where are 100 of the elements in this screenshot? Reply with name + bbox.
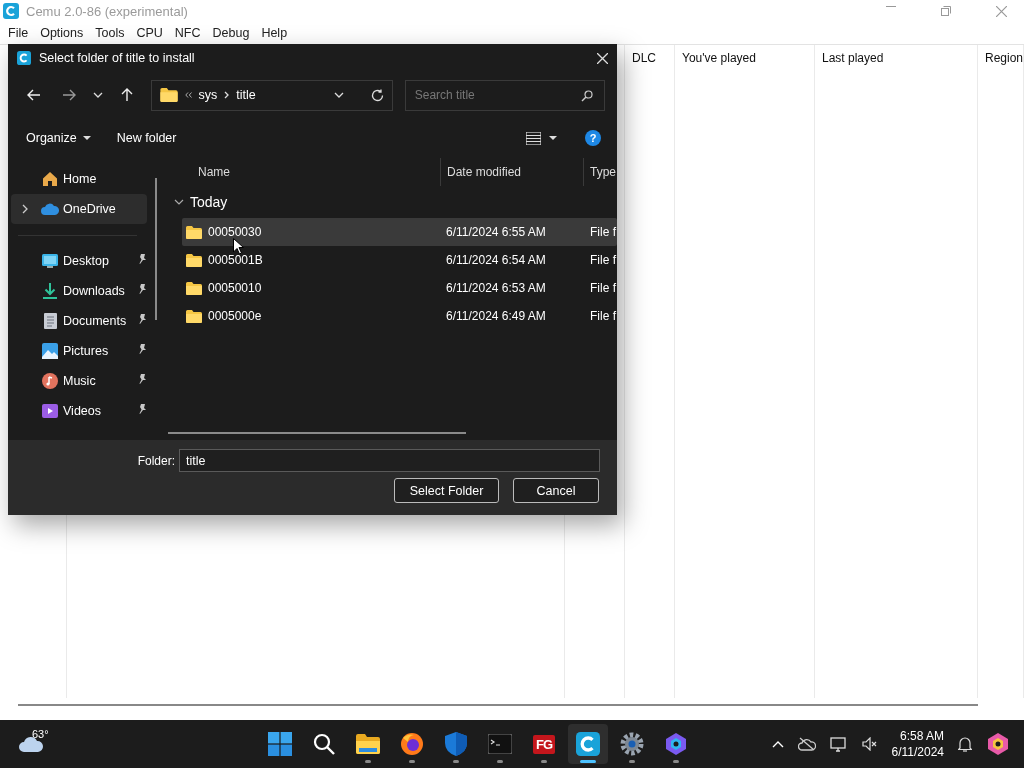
file-row[interactable]: 00050030 6/11/2024 6:55 AM File f <box>182 218 617 246</box>
clock-date[interactable]: 6/11/2024 <box>891 744 944 760</box>
file-type: File f <box>590 225 617 239</box>
taskbar-app[interactable]: FG <box>524 724 564 764</box>
file-row[interactable]: 0005000e 6/11/2024 6:49 AM File f <box>182 302 617 330</box>
caret-icon <box>549 136 557 140</box>
menu-item[interactable]: Tools <box>89 26 131 40</box>
menu-item[interactable]: Help <box>255 26 294 40</box>
volume-muted-icon <box>861 737 878 751</box>
column-header[interactable]: You've played <box>682 51 756 65</box>
sidebar-item[interactable]: Downloads <box>11 276 147 306</box>
cursor-icon <box>233 238 244 255</box>
chevron-down-icon <box>93 92 104 98</box>
menu-item[interactable]: CPU <box>130 26 169 40</box>
sidebar-item[interactable]: Home <box>11 164 147 194</box>
file-name: 00050030 <box>208 225 262 239</box>
sidebar-item[interactable]: Videos <box>11 396 147 426</box>
app-logo: FG <box>532 734 556 754</box>
cloud-off-icon <box>797 737 816 751</box>
folder-field[interactable]: title <box>179 449 600 472</box>
folder-icon <box>186 281 202 295</box>
swirl-logo-icon <box>664 732 688 756</box>
app-logo <box>3 3 19 19</box>
breadcrumb-item[interactable]: sys <box>198 88 218 102</box>
file-row[interactable]: 00050010 6/11/2024 6:53 AM File f <box>182 274 617 302</box>
date-modified: 6/11/2024 6:54 AM <box>446 253 547 267</box>
forward-arrow-icon <box>62 89 77 101</box>
desktop-icon <box>42 254 58 268</box>
column-header[interactable]: DLC <box>632 51 656 65</box>
column-header[interactable]: Date modified <box>440 158 583 186</box>
sidebar-item[interactable]: Documents <box>11 306 147 336</box>
folder-icon <box>159 88 178 102</box>
close-button[interactable] <box>597 52 608 64</box>
file-row[interactable]: 0005001B 6/11/2024 6:54 AM File f <box>182 246 617 274</box>
chevron-right-icon <box>224 91 230 99</box>
breadcrumb-item[interactable]: title <box>236 88 256 102</box>
scrollbar[interactable] <box>168 432 466 434</box>
file-name: 00050010 <box>208 281 262 295</box>
chevron-up-icon <box>771 740 784 748</box>
date-modified: 6/11/2024 6:49 AM <box>446 309 547 323</box>
menu-item[interactable]: File <box>2 26 35 40</box>
address-bar[interactable]: sys title <box>150 79 393 111</box>
file-type: File f <box>590 281 617 295</box>
download-icon <box>43 283 57 299</box>
column-header[interactable]: Region <box>985 51 1024 65</box>
swirl-logo-icon <box>986 732 1010 756</box>
dialog-title: Select folder of title to install <box>39 51 196 65</box>
select-folder-button[interactable]: Select Folder <box>394 478 499 503</box>
folder-icon <box>186 253 202 267</box>
app-logo <box>17 51 31 65</box>
terminal-icon <box>488 734 512 754</box>
column-header[interactable]: Name <box>182 158 440 186</box>
temperature[interactable]: 63° <box>32 728 49 740</box>
date-modified: 6/11/2024 6:55 AM <box>446 225 547 239</box>
folder-icon <box>356 734 380 754</box>
scrollbar[interactable] <box>18 704 978 706</box>
shield-icon <box>445 732 467 756</box>
chevron-down-icon <box>333 92 344 98</box>
music-icon <box>42 373 58 389</box>
cancel-button[interactable]: Cancel <box>513 478 599 503</box>
caret-icon <box>82 136 91 140</box>
menu-item[interactable]: Options <box>34 26 90 40</box>
list-view-icon <box>526 131 541 145</box>
window-title: Cemu 2.0-86 (experimental) <box>26 3 188 19</box>
search-icon <box>581 89 593 102</box>
close-icon <box>996 5 1007 17</box>
taskbar-app[interactable] <box>568 724 608 764</box>
cloud-icon <box>41 203 59 215</box>
group-header[interactable]: Today <box>174 186 617 218</box>
video-icon <box>42 404 58 418</box>
menu-item[interactable]: Debug <box>206 26 256 40</box>
new-folder-button[interactable]: New folder <box>108 125 185 151</box>
close-icon <box>597 52 608 64</box>
field-label: Folder: <box>137 453 175 468</box>
folder-icon <box>186 225 202 239</box>
file-name: 0005000e <box>208 309 262 323</box>
column-header[interactable]: Type <box>583 158 617 186</box>
clock-time[interactable]: 6:58 AM <box>899 728 944 744</box>
scrollbar[interactable] <box>155 178 157 320</box>
document-icon <box>43 313 57 329</box>
view-menu[interactable] <box>526 131 557 145</box>
search-field[interactable]: Search title <box>404 79 605 111</box>
sidebar-item[interactable]: Music <box>11 366 147 396</box>
windows-logo-icon <box>268 732 292 756</box>
file-type: File f <box>590 253 617 267</box>
help-icon[interactable]: ? <box>585 130 601 146</box>
chevron-down-icon <box>174 199 184 205</box>
date-modified: 6/11/2024 6:53 AM <box>446 281 547 295</box>
refresh-icon <box>370 88 384 102</box>
network-icon <box>829 736 848 752</box>
back-arrow-icon <box>27 89 42 101</box>
menu-item[interactable]: NFC <box>168 26 207 40</box>
minimize-icon <box>886 5 896 7</box>
up-arrow-icon <box>121 88 134 102</box>
sidebar-item[interactable]: OneDrive <box>11 194 147 224</box>
organize-menu[interactable]: Organize <box>18 125 99 151</box>
search-icon <box>313 733 335 755</box>
column-header[interactable]: Last played <box>822 51 884 65</box>
sidebar-item[interactable]: Desktop <box>11 246 147 276</box>
sidebar-item[interactable]: Pictures <box>11 336 147 366</box>
